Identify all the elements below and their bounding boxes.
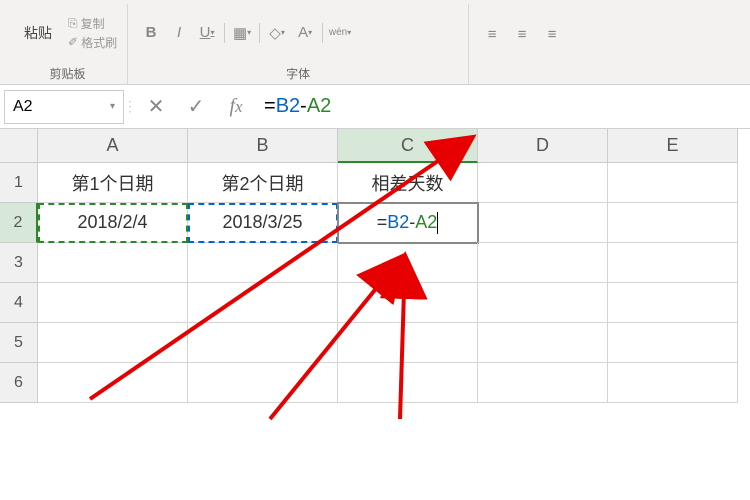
row-header-1[interactable]: 1 (0, 163, 38, 203)
cell-a6[interactable] (38, 363, 188, 403)
chevron-down-icon[interactable]: ▾ (110, 101, 115, 112)
cell-c3[interactable] (338, 243, 478, 283)
row-header-6[interactable]: 6 (0, 363, 38, 403)
cell-b3[interactable] (188, 243, 338, 283)
cell-c5[interactable] (338, 323, 478, 363)
clipboard-group: 粘贴 ⎘ 复制 ✐ 格式刷 剪贴板 (8, 4, 128, 84)
cell-e4[interactable] (608, 283, 738, 323)
row-2: 2 2018/2/4 2018/3/25 =B2-A2 (0, 203, 750, 243)
cell-a5[interactable] (38, 323, 188, 363)
phonetic-button[interactable]: wén▾ (327, 20, 353, 46)
cell-c1[interactable]: 相差天数 (338, 163, 478, 203)
cell-d1[interactable] (478, 163, 608, 203)
column-header-a[interactable]: A (38, 129, 188, 163)
cell-d5[interactable] (478, 323, 608, 363)
cell-e5[interactable] (608, 323, 738, 363)
row-3: 3 (0, 243, 750, 283)
cell-c2[interactable]: =B2-A2 (338, 203, 478, 243)
align-bottom-button[interactable]: ≡ (539, 21, 565, 47)
cell-e6[interactable] (608, 363, 738, 403)
copy-button[interactable]: ⎘ 复制 (68, 15, 117, 32)
spreadsheet-grid: A B C D E 1 第1个日期 第2个日期 相差天数 2 2018/2/4 … (0, 129, 750, 403)
separator (259, 23, 260, 43)
name-box-value: A2 (13, 98, 33, 116)
font-group-label: 字体 (286, 65, 310, 84)
separator: ⋮ (124, 98, 136, 115)
separator (322, 23, 323, 43)
cell-c6[interactable] (338, 363, 478, 403)
cell-a3[interactable] (38, 243, 188, 283)
align-middle-button[interactable]: ≡ (509, 21, 535, 47)
format-painter-label: 格式刷 (81, 34, 117, 51)
fill-color-button[interactable]: ◇▾ (264, 20, 290, 46)
row-header-5[interactable]: 5 (0, 323, 38, 363)
cell-b2[interactable]: 2018/3/25 (188, 203, 338, 243)
font-color-button[interactable]: A▾ (292, 20, 318, 46)
cell-b1[interactable]: 第2个日期 (188, 163, 338, 203)
font-group: B I U▾ ▦▾ ◇▾ A▾ wén▾ 字体 (128, 4, 469, 84)
italic-button[interactable]: I (166, 20, 192, 46)
cell-d4[interactable] (478, 283, 608, 323)
row-5: 5 (0, 323, 750, 363)
cancel-formula-button[interactable]: ✕ (136, 94, 176, 119)
formula-bar: A2 ▾ ⋮ ✕ ✓ fx =B2-A2 (0, 85, 750, 129)
alignment-group-label (520, 68, 523, 84)
row-header-3[interactable]: 3 (0, 243, 38, 283)
cell-d2[interactable] (478, 203, 608, 243)
accept-formula-button[interactable]: ✓ (176, 94, 216, 119)
separator (224, 23, 225, 43)
cell-a1[interactable]: 第1个日期 (38, 163, 188, 203)
formula-input[interactable]: =B2-A2 (256, 90, 750, 124)
cell-e1[interactable] (608, 163, 738, 203)
underline-button[interactable]: U▾ (194, 20, 220, 46)
align-top-button[interactable]: ≡ (479, 21, 505, 47)
copy-icon: ⎘ (68, 16, 78, 31)
row-4: 4 (0, 283, 750, 323)
name-box[interactable]: A2 ▾ (4, 90, 124, 124)
paste-label: 粘贴 (24, 23, 52, 43)
cell-b5[interactable] (188, 323, 338, 363)
clipboard-group-label: 剪贴板 (50, 65, 86, 84)
bold-button[interactable]: B (138, 20, 164, 46)
cell-e3[interactable] (608, 243, 738, 283)
border-button[interactable]: ▦▾ (229, 20, 255, 46)
column-header-c[interactable]: C (338, 129, 478, 163)
column-headers: A B C D E (0, 129, 750, 163)
format-painter-button[interactable]: ✐ 格式刷 (68, 34, 117, 51)
cell-a2[interactable]: 2018/2/4 (38, 203, 188, 243)
cell-d3[interactable] (478, 243, 608, 283)
row-6: 6 (0, 363, 750, 403)
brush-icon: ✐ (68, 35, 78, 49)
fx-button[interactable]: fx (216, 95, 256, 118)
cell-a4[interactable] (38, 283, 188, 323)
alignment-group: ≡ ≡ ≡ (469, 4, 575, 84)
copy-label: 复制 (81, 15, 105, 32)
cell-d6[interactable] (478, 363, 608, 403)
ribbon: 粘贴 ⎘ 复制 ✐ 格式刷 剪贴板 B I U▾ ▦▾ ◇▾ A (0, 0, 750, 85)
row-1: 1 第1个日期 第2个日期 相差天数 (0, 163, 750, 203)
row-header-2[interactable]: 2 (0, 203, 38, 243)
cell-b4[interactable] (188, 283, 338, 323)
column-header-d[interactable]: D (478, 129, 608, 163)
column-header-e[interactable]: E (608, 129, 738, 163)
paste-button[interactable]: 粘贴 (18, 21, 58, 45)
cell-b6[interactable] (188, 363, 338, 403)
select-all-corner[interactable] (0, 129, 38, 163)
row-header-4[interactable]: 4 (0, 283, 38, 323)
column-header-b[interactable]: B (188, 129, 338, 163)
cell-c4[interactable] (338, 283, 478, 323)
cell-e2[interactable] (608, 203, 738, 243)
